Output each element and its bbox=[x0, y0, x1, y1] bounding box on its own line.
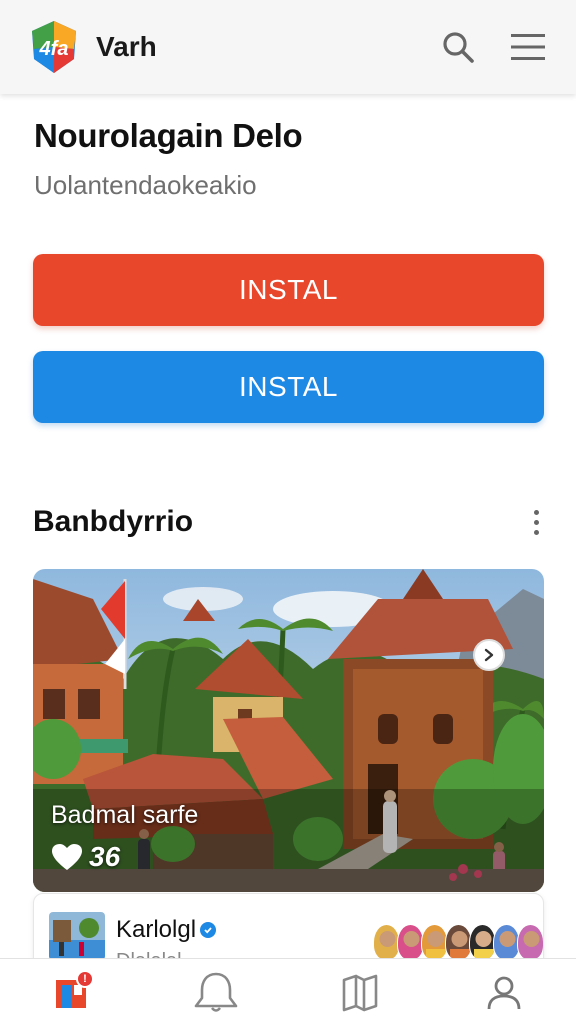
notification-badge: ! bbox=[76, 969, 94, 988]
content-card-title: Karlolgl bbox=[116, 916, 217, 944]
feature-card-caption: Badmal sarfe bbox=[51, 801, 199, 829]
avatar bbox=[445, 924, 472, 960]
app-brand-name: Varh bbox=[96, 31, 157, 62]
avatar bbox=[469, 924, 496, 960]
participants-avatars bbox=[373, 924, 543, 960]
top-app-bar: 4fa Varh bbox=[0, 0, 576, 94]
content-card-thumbnail bbox=[49, 912, 105, 960]
page-subtitle: Uolantendaokeakio bbox=[34, 170, 257, 200]
section-title: Banbdyrrio bbox=[33, 505, 194, 538]
app-logo[interactable]: 4fa bbox=[28, 19, 80, 75]
search-icon bbox=[443, 32, 474, 63]
like-count[interactable]: 36 bbox=[51, 841, 120, 873]
like-count-value: 36 bbox=[89, 841, 121, 872]
bottom-navigation: ! bbox=[0, 958, 576, 1024]
page-title: Nourolagain Delo bbox=[34, 117, 303, 154]
svg-text:4fa: 4fa bbox=[39, 38, 69, 60]
search-button[interactable] bbox=[436, 25, 480, 69]
nav-notifications[interactable] bbox=[186, 962, 246, 1022]
avatar bbox=[373, 924, 400, 960]
avatar bbox=[517, 924, 543, 960]
avatar bbox=[493, 924, 520, 960]
book-icon bbox=[342, 974, 378, 1011]
user-icon bbox=[487, 976, 521, 1009]
nav-profile[interactable] bbox=[474, 962, 534, 1022]
chevron-right-icon bbox=[484, 648, 494, 662]
kebab-menu-icon bbox=[533, 509, 539, 515]
install-button-secondary[interactable]: INSTAL bbox=[33, 351, 544, 423]
feature-card[interactable]: Badmal sarfe 36 bbox=[33, 569, 544, 892]
verified-badge-icon bbox=[200, 922, 217, 938]
nav-home[interactable]: ! bbox=[42, 962, 102, 1022]
avatar bbox=[397, 924, 424, 960]
hamburger-menu-icon bbox=[511, 34, 545, 60]
nav-library[interactable] bbox=[330, 962, 390, 1022]
install-button-primary[interactable]: INSTAL bbox=[33, 254, 544, 326]
app-screen: 4fa Varh Nourolagain Delo Uolantendaokea… bbox=[0, 0, 576, 1024]
card-next-button[interactable] bbox=[473, 639, 505, 671]
heart-icon bbox=[52, 844, 82, 870]
menu-button[interactable] bbox=[506, 25, 550, 69]
section-more-button[interactable] bbox=[522, 504, 550, 540]
avatar bbox=[421, 924, 448, 960]
bell-icon bbox=[194, 972, 238, 1012]
